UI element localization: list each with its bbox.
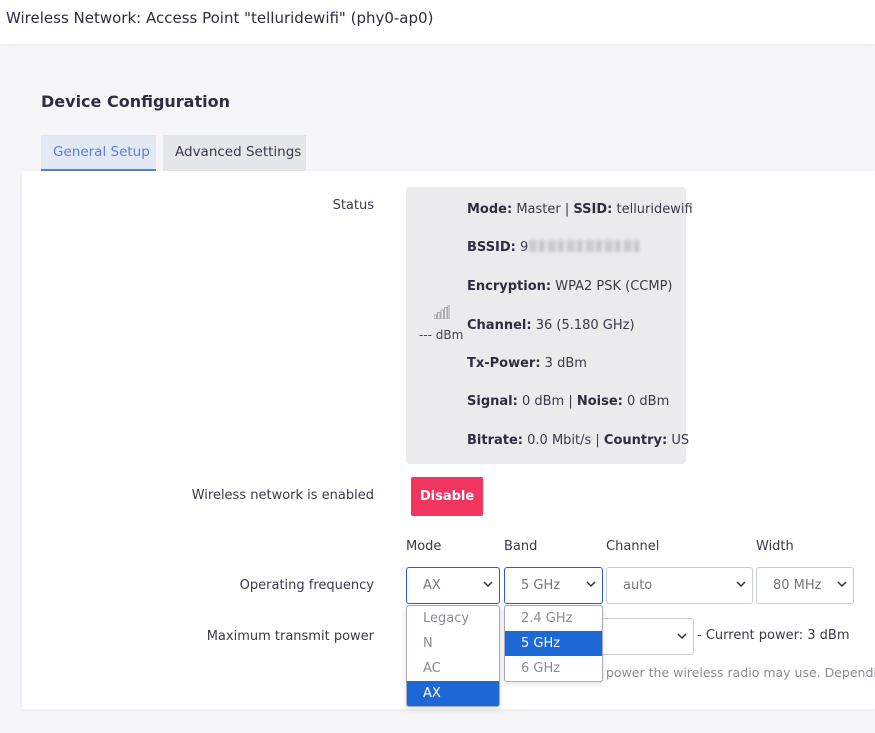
bssid-redacted: [529, 240, 640, 252]
band-option-2-4ghz[interactable]: 2.4 GHz: [505, 606, 602, 631]
signal-bars-icon: [434, 305, 450, 319]
band-dropdown: 2.4 GHz 5 GHz 6 GHz: [504, 605, 603, 682]
mode-option-n[interactable]: N: [407, 631, 499, 656]
chevron-down-icon: [677, 633, 687, 640]
transmit-power-select[interactable]: [598, 618, 694, 655]
channel-header: Channel: [606, 539, 660, 554]
bitrate-key: Bitrate:: [467, 433, 523, 448]
chevron-down-icon: [837, 581, 847, 588]
chevron-down-icon: [736, 581, 746, 588]
mode-option-legacy[interactable]: Legacy: [407, 606, 499, 631]
transmit-power-help: power the wireless radio may use. Depend…: [606, 665, 875, 680]
mode-value: Master |: [512, 202, 574, 217]
channel-value: 36 (5.180 GHz): [531, 318, 635, 333]
width-select-value: 80 MHz: [773, 578, 822, 593]
country-key: Country:: [603, 433, 668, 448]
signal-key: Signal:: [467, 394, 518, 409]
max-transmit-power-label: Maximum transmit power: [206, 629, 374, 644]
tab-advanced-settings[interactable]: Advanced Settings: [163, 135, 306, 171]
channel-select-value: auto: [623, 578, 653, 593]
width-select[interactable]: 80 MHz: [756, 567, 854, 604]
noise-value: 0 dBm: [622, 394, 670, 409]
channel-select[interactable]: auto: [606, 567, 753, 604]
noise-key: Noise:: [576, 394, 623, 409]
ssid-value: telluridewifi: [612, 202, 693, 217]
txpower-value: 3 dBm: [540, 356, 587, 371]
bssid-key: BSSID:: [467, 240, 516, 255]
encryption-key: Encryption:: [467, 279, 552, 294]
mode-select[interactable]: AX: [406, 567, 500, 604]
signal-value: 0 dBm |: [517, 394, 577, 409]
disable-button[interactable]: Disable: [411, 477, 483, 516]
ssid-key: SSID:: [573, 202, 613, 217]
band-select[interactable]: 5 GHz: [504, 567, 603, 604]
mode-key: Mode:: [467, 202, 513, 217]
mode-select-value: AX: [423, 578, 441, 593]
txpower-key: Tx-Power:: [467, 356, 541, 371]
band-header: Band: [504, 539, 538, 554]
channel-key: Channel:: [467, 318, 532, 333]
signal-dbm-text: --- dBm: [419, 328, 464, 342]
status-mode-line: Mode: Master | SSID: telluridewifi: [467, 202, 693, 217]
country-value: US: [667, 433, 690, 448]
band-select-value: 5 GHz: [521, 578, 561, 593]
mode-header: Mode: [406, 539, 442, 554]
status-txpower-line: Tx-Power: 3 dBm: [467, 356, 587, 371]
bssid-value: 9: [515, 240, 529, 255]
top-bar: Wireless Network: Access Point "tellurid…: [0, 0, 875, 44]
current-power-text: - Current power: 3 dBm: [697, 628, 850, 643]
tab-general-setup[interactable]: General Setup: [41, 135, 156, 171]
encryption-value: WPA2 PSK (CCMP): [551, 279, 673, 294]
mode-option-ax[interactable]: AX: [407, 681, 499, 706]
operating-frequency-label: Operating frequency: [239, 578, 374, 593]
mode-option-ac[interactable]: AC: [407, 656, 499, 681]
section-title: Device Configuration: [41, 92, 230, 111]
status-bssid-line: BSSID: 9: [467, 240, 640, 255]
status-bitrate-line: Bitrate: 0.0 Mbit/s | Country: US: [467, 433, 689, 448]
status-signal-line: Signal: 0 dBm | Noise: 0 dBm: [467, 394, 669, 409]
band-option-5ghz[interactable]: 5 GHz: [505, 631, 602, 656]
status-channel-line: Channel: 36 (5.180 GHz): [467, 318, 635, 333]
bitrate-value: 0.0 Mbit/s |: [523, 433, 604, 448]
chevron-down-icon: [483, 581, 493, 588]
status-label: Status: [332, 198, 374, 213]
width-header: Width: [756, 539, 794, 554]
chevron-down-icon: [586, 581, 596, 588]
mode-dropdown: Legacy N AC AX: [406, 605, 500, 707]
band-option-6ghz[interactable]: 6 GHz: [505, 656, 602, 681]
window-title: Wireless Network: Access Point "tellurid…: [6, 9, 434, 27]
status-encryption-line: Encryption: WPA2 PSK (CCMP): [467, 279, 673, 294]
wireless-enabled-label: Wireless network is enabled: [191, 488, 374, 503]
